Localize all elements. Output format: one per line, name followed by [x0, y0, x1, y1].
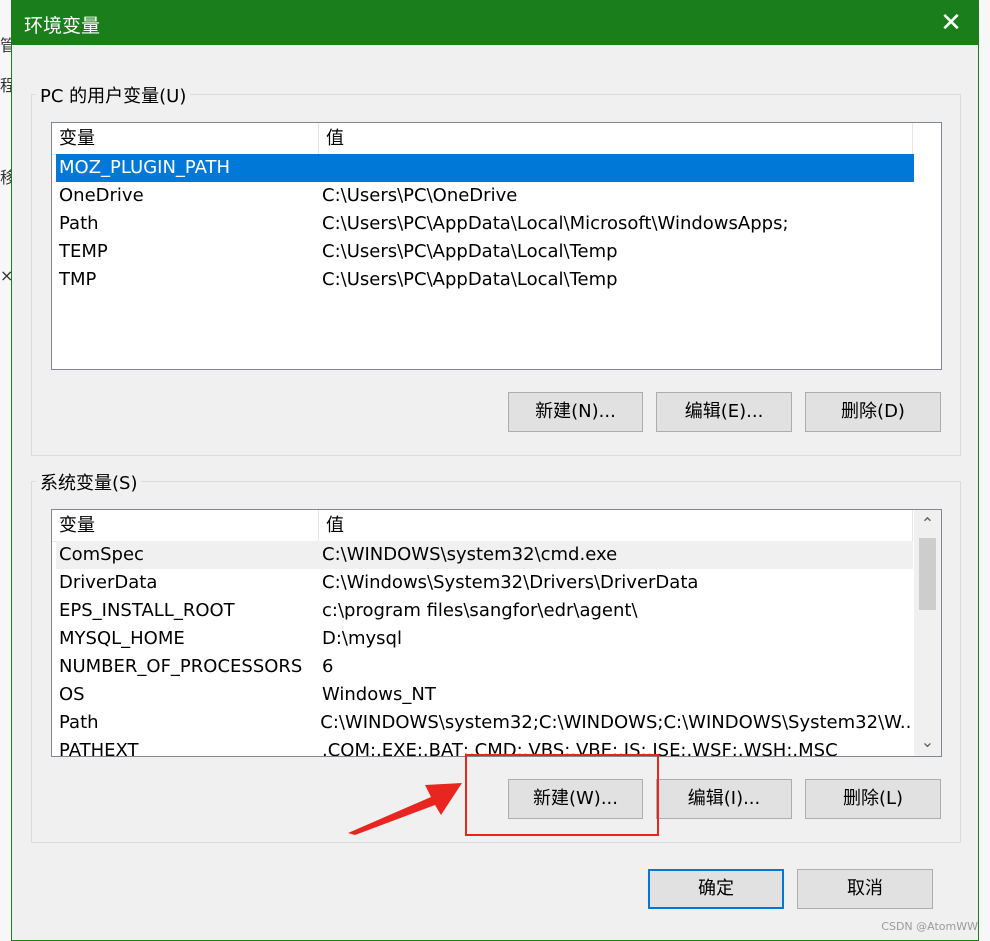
column-header-variable[interactable]: 变量 [52, 510, 319, 541]
watermark: CSDN @AtomWW [881, 920, 978, 933]
table-row[interactable]: Path C:\WINDOWS\system32;C:\WINDOWS;C:\WI… [56, 709, 913, 737]
scroll-thumb[interactable] [919, 538, 936, 610]
column-header-value[interactable]: 值 [319, 510, 913, 541]
variable-name-cell: OS [59, 684, 85, 705]
column-header-variable[interactable]: 变量 [52, 123, 319, 154]
table-row[interactable]: MYSQL_HOME D:\mysql [56, 625, 913, 653]
system-delete-button[interactable]: 删除(L) [805, 779, 941, 819]
scroll-up-icon[interactable]: ⌃ [914, 512, 941, 536]
variable-name-cell: EPS_INSTALL_ROOT [59, 600, 235, 621]
table-row[interactable]: OneDrive C:\Users\PC\OneDrive [56, 182, 914, 210]
variable-name-cell: NUMBER_OF_PROCESSORS [59, 656, 303, 677]
variable-name-cell: TMP [59, 269, 97, 290]
variable-value-cell: C:\Users\PC\AppData\Local\Temp [322, 241, 618, 262]
variable-value-cell: C:\Users\PC\OneDrive [322, 185, 518, 206]
table-row[interactable]: EPS_INSTALL_ROOT c:\program files\sangfor… [56, 597, 913, 625]
variable-value-cell: C:\Users\PC\AppData\Local\Temp [322, 269, 618, 290]
variable-name-cell: OneDrive [59, 185, 144, 206]
annotation-arrow-icon [348, 783, 462, 835]
background-window-right [978, 0, 990, 941]
table-row[interactable]: TEMP C:\Users\PC\AppData\Local\Temp [56, 238, 914, 266]
variable-value-cell: 6 [322, 656, 334, 677]
user-variables-label: PC 的用户变量(U) [36, 82, 191, 108]
user-new-button[interactable]: 新建(N)... [508, 392, 643, 432]
system-variables-list[interactable]: 变量 值 ComSpec C:\WINDOWS\system32\cmd.exe D… [51, 509, 942, 757]
dialog-title: 环境变量 [24, 15, 101, 37]
variable-name-cell: DriverData [59, 572, 158, 593]
system-variables-label: 系统变量(S) [36, 469, 142, 495]
ok-button[interactable]: 确定 [648, 869, 784, 909]
variable-name-cell: Path [59, 213, 99, 234]
column-header-value[interactable]: 值 [319, 123, 913, 154]
list-header: 变量 值 [52, 510, 913, 542]
table-row[interactable]: NUMBER_OF_PROCESSORS 6 [56, 653, 913, 681]
variable-name-cell: TEMP [59, 241, 108, 262]
variable-value-cell: Windows_NT [322, 684, 436, 705]
table-row[interactable]: TMP C:\Users\PC\AppData\Local\Temp [56, 266, 914, 294]
vertical-scrollbar[interactable]: ⌃ ⌄ [914, 510, 941, 756]
table-row[interactable]: ComSpec C:\WINDOWS\system32\cmd.exe [56, 541, 913, 569]
system-variables-rows: ComSpec C:\WINDOWS\system32\cmd.exe Driver… [56, 541, 913, 757]
variable-value-cell: D:\mysql [322, 628, 402, 649]
variable-value-cell: C:\WINDOWS\system32;C:\WINDOWS;C:\WINDOW… [320, 712, 913, 733]
system-edit-button[interactable]: 编辑(I)... [656, 779, 792, 819]
title-bar[interactable]: 环境变量 ✕ [12, 1, 978, 45]
user-variables-list[interactable]: 变量 值 MOZ_PLUGIN_PATH OneDrive C:\Users\PC\… [51, 122, 942, 370]
user-variables-rows: MOZ_PLUGIN_PATH OneDrive C:\Users\PC\OneDr… [56, 154, 914, 294]
variable-value-cell: C:\WINDOWS\system32\cmd.exe [322, 544, 618, 565]
cancel-button[interactable]: 取消 [797, 869, 933, 909]
close-icon[interactable]: ✕ [936, 8, 966, 38]
list-header: 变量 值 [52, 123, 913, 155]
table-row[interactable]: MOZ_PLUGIN_PATH [56, 154, 914, 182]
table-row[interactable]: DriverData C:\Windows\System32\Drivers\Dr… [56, 569, 913, 597]
table-row[interactable]: Path C:\Users\PC\AppData\Local\Microsoft\… [56, 210, 914, 238]
table-row[interactable]: OS Windows_NT [56, 681, 913, 709]
variable-value-cell: C:\Windows\System32\Drivers\DriverData [322, 572, 699, 593]
variable-name-cell: ComSpec [59, 544, 144, 565]
variable-value-cell [318, 154, 322, 182]
variable-name-cell: MOZ_PLUGIN_PATH [59, 157, 231, 178]
user-delete-button[interactable]: 删除(D) [805, 392, 941, 432]
scroll-down-icon[interactable]: ⌄ [914, 730, 941, 754]
variable-value-cell: C:\Users\PC\AppData\Local\Microsoft\Wind… [322, 213, 789, 234]
user-edit-button[interactable]: 编辑(E)... [656, 392, 792, 432]
annotation-highlight-box [465, 754, 659, 836]
variable-value-cell: c:\program files\sangfor\edr\agent\ [322, 600, 638, 621]
variable-name-cell: PATHEXT [59, 740, 139, 757]
variable-name-cell: MYSQL_HOME [59, 628, 185, 649]
variable-name-cell: Path [59, 712, 99, 733]
